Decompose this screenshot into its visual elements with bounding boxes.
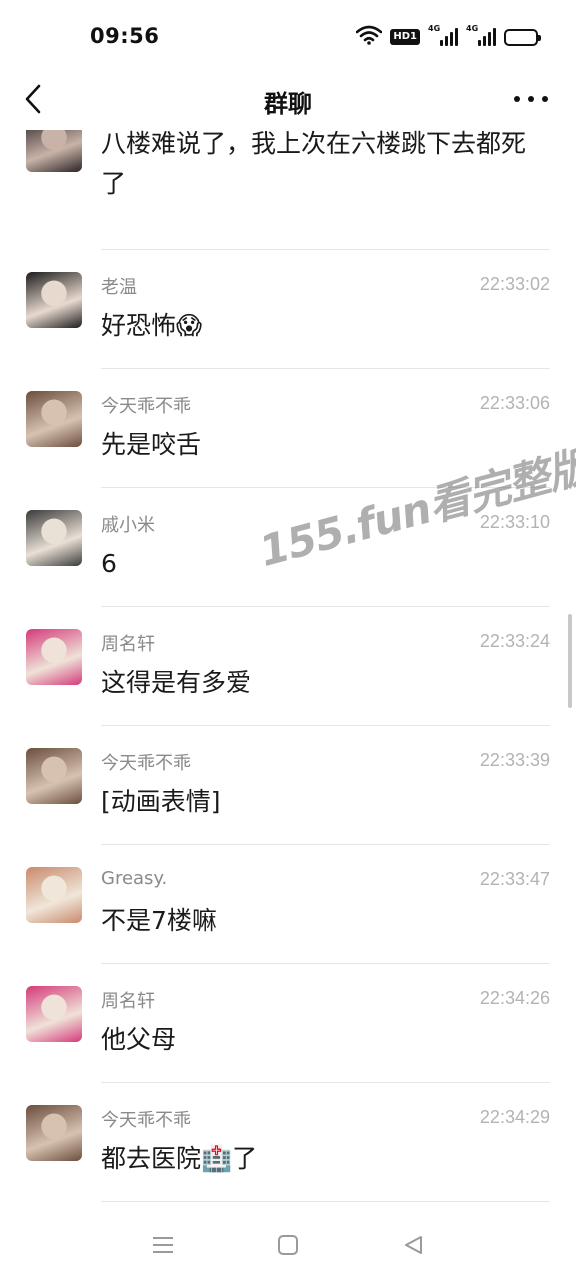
more-dot [528,96,534,102]
sender-name[interactable]: 今天乖不乖 [101,749,191,775]
back-triangle-icon [405,1236,423,1254]
more-dot [514,96,520,102]
menu-icon [152,1237,173,1253]
menu-button[interactable] [143,1225,183,1265]
more-button[interactable] [514,88,548,110]
message-text: 八楼难说了，我上次在六楼跳下去都死了 [101,130,527,198]
message-time: 22:33:06 [479,393,550,413]
signal-sim1-icon: 4G [428,24,458,46]
status-icons: HD1 4G 4G [356,24,541,50]
avatar[interactable] [26,867,82,923]
message-time: 22:33:24 [479,631,550,651]
message-item[interactable]: 今天乖不乖 22:33:39 [动画表情] [0,726,576,845]
message-time: 22:33:02 [479,274,550,294]
system-back-button[interactable] [393,1225,433,1265]
message-text: 不是7楼嘛 [101,906,217,935]
battery-icon [504,28,541,46]
message-time: 22:34:29 [479,1107,550,1127]
message-item[interactable]: 周名轩 22:33:24 这得是有多爱 [0,607,576,726]
sender-name[interactable]: 戚小米 [101,511,155,537]
message-time: 22:34:26 [479,988,550,1008]
message-item[interactable]: 周名轩 22:34:26 他父母 [0,964,576,1083]
sender-name[interactable]: 今天乖不乖 [101,1106,191,1132]
message-time: 22:33:47 [479,869,550,889]
avatar[interactable] [26,1105,82,1161]
message-item[interactable]: 今天乖不乖 22:34:29 都去医院🏥了 [0,1083,576,1202]
message-item[interactable]: 八楼难说了，我上次在六楼跳下去都死了 [0,130,576,250]
home-square-icon [277,1235,298,1255]
avatar[interactable] [26,629,82,685]
avatar[interactable] [26,510,82,566]
message-text: 好恐怖😱 [101,311,203,340]
message-text: [动画表情] [101,787,221,816]
divider [101,1201,550,1202]
message-item[interactable]: 老温 22:33:02 好恐怖😱 [0,250,576,369]
message-list[interactable]: 八楼难说了，我上次在六楼跳下去都死了 老温 22:33:02 好恐怖😱 今天乖不… [0,130,576,1210]
message-text: 他父母 [101,1025,177,1054]
status-time: 09:56 [90,24,160,48]
sender-name[interactable]: 老温 [101,273,137,299]
avatar[interactable] [26,986,82,1042]
page-title: 群聊 [264,90,312,118]
sender-name[interactable]: 今天乖不乖 [101,392,191,418]
chat-header: 群聊 [0,70,576,130]
wifi-icon [356,25,383,49]
system-nav-bar [0,1210,576,1280]
more-dot [542,96,548,102]
message-text: 都去医院🏥了 [101,1144,258,1173]
scrollbar-thumb[interactable] [568,614,572,708]
home-button[interactable] [268,1225,308,1265]
avatar[interactable] [26,748,82,804]
message-text: 这得是有多爱 [101,668,252,697]
signal-sim2-icon: 4G [466,24,496,46]
sender-name[interactable]: Greasy. [101,868,167,889]
message-item[interactable]: Greasy. 22:33:47 不是7楼嘛 [0,845,576,964]
hd-badge: HD1 [390,29,420,45]
status-bar: 09:56 HD1 4G 4G [0,0,576,70]
avatar[interactable] [26,272,82,328]
sender-name[interactable]: 周名轩 [101,987,155,1013]
sender-name[interactable]: 周名轩 [101,630,155,656]
avatar[interactable] [26,130,82,172]
message-time: 22:33:39 [479,750,550,770]
avatar[interactable] [26,391,82,447]
